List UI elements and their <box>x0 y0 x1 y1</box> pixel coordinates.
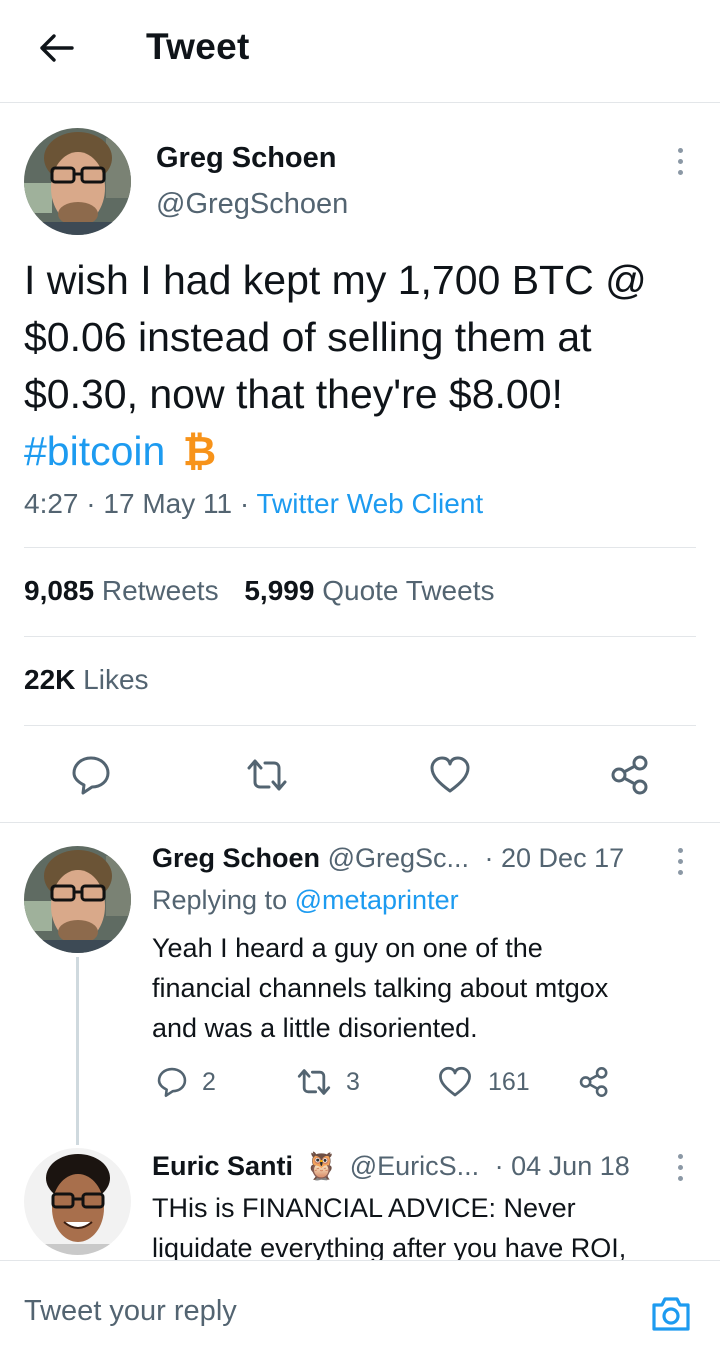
retweet-icon <box>247 759 287 791</box>
reply-more-options-icon[interactable] <box>672 848 688 875</box>
reply-date: · 20 Dec 17 <box>484 843 625 873</box>
tweet-text-line: $0.06 instead of selling them at <box>24 314 592 360</box>
tweet-text-line: I wish I had kept my 1,700 BTC @ <box>24 257 647 303</box>
more-options-icon[interactable] <box>672 148 688 175</box>
author-handle[interactable]: @GregSchoen <box>156 188 348 221</box>
engagement-stats: 9,085 Retweets 5,999 Quote Tweets <box>24 575 494 607</box>
tweet-time: 4:27 <box>24 488 79 519</box>
author-avatar[interactable] <box>24 128 131 235</box>
divider <box>24 636 696 637</box>
reply-reply-button[interactable]: 2 <box>156 1066 216 1098</box>
divider <box>24 725 696 726</box>
reply-header: Greg Schoen @GregSc... · 20 Dec 17 <box>152 843 624 874</box>
reply-retweet-button[interactable]: 3 <box>296 1066 360 1098</box>
reply-author-name[interactable]: Greg Schoen <box>152 843 320 873</box>
retweet-count: 3 <box>346 1067 360 1096</box>
retweets-stat[interactable]: 9,085 Retweets <box>24 575 226 606</box>
reply-icon <box>72 756 110 795</box>
divider <box>0 822 720 823</box>
tweet-text-line: $0.30, now that they're $8.00! <box>24 371 563 417</box>
share-icon <box>579 1066 608 1098</box>
heart-icon <box>430 756 470 793</box>
divider <box>24 547 696 548</box>
reply-author-name[interactable]: Euric Santi <box>152 1151 293 1181</box>
replying-to-link[interactable]: @metaprinter <box>295 885 459 915</box>
tweet-date: 17 May 11 <box>103 488 233 519</box>
reply-more-options-icon[interactable] <box>672 1154 688 1181</box>
avatar-photo <box>24 128 131 235</box>
reply-author-handle[interactable]: @GregSc... <box>328 843 469 873</box>
reply-text: Yeah I heard a guy on one of the financi… <box>152 933 609 1043</box>
hashtag-link[interactable]: #bitcoin <box>24 428 165 474</box>
back-button[interactable] <box>34 28 78 68</box>
reply-text: THis is FINANCIAL ADVICE: Never liquidat… <box>152 1193 627 1260</box>
reply-author-handle[interactable]: @EuricS... <box>350 1151 479 1181</box>
arrow-left-icon <box>40 34 74 62</box>
heart-icon <box>439 1066 471 1097</box>
page-title: Tweet <box>146 26 250 67</box>
tweet-text: I wish I had kept my 1,700 BTC @ $0.06 i… <box>24 252 704 480</box>
camera-button[interactable] <box>650 1293 692 1338</box>
reply-header: Euric Santi 🦉 @EuricS... · 04 Jun 18 <box>152 1150 630 1182</box>
reply-count: 2 <box>202 1067 216 1096</box>
tweet-client-link[interactable]: Twitter Web Client <box>256 488 483 519</box>
reply-author-avatar[interactable] <box>24 846 131 953</box>
reply-input[interactable]: Tweet your reply <box>24 1295 237 1328</box>
retweet-button[interactable] <box>245 756 289 794</box>
retweet-icon <box>297 1069 331 1095</box>
quote-tweets-stat[interactable]: 5,999 Quote Tweets <box>244 575 494 606</box>
reply-date: · 04 Jun 18 <box>494 1151 630 1181</box>
reply-like-button[interactable]: 161 <box>438 1066 530 1098</box>
replying-to: Replying to @metaprinter <box>152 885 459 915</box>
author-name[interactable]: Greg Schoen <box>156 142 337 175</box>
reply-2-clip: Euric Santi 🦉 @EuricS... · 04 Jun 18 THi… <box>0 1140 720 1260</box>
share-icon <box>611 755 648 795</box>
reply-icon <box>157 1067 187 1098</box>
like-count: 161 <box>488 1067 530 1096</box>
avatar-photo <box>24 846 131 953</box>
bitcoin-icon: ₿ <box>182 428 217 474</box>
share-button[interactable] <box>609 754 651 796</box>
like-button[interactable] <box>429 756 471 794</box>
thread-line <box>76 957 79 1145</box>
owl-icon: 🦉 <box>304 1151 339 1181</box>
reply-composer: Tweet your reply <box>0 1260 720 1364</box>
tweet-meta: 4:27 · 17 May 11 · Twitter Web Client <box>24 488 484 519</box>
likes-stat[interactable]: 22K Likes <box>24 664 149 696</box>
reply-share-button[interactable] <box>578 1066 610 1103</box>
reply-button[interactable] <box>70 754 112 796</box>
camera-icon <box>652 1297 690 1331</box>
top-bar: Tweet <box>0 0 720 103</box>
